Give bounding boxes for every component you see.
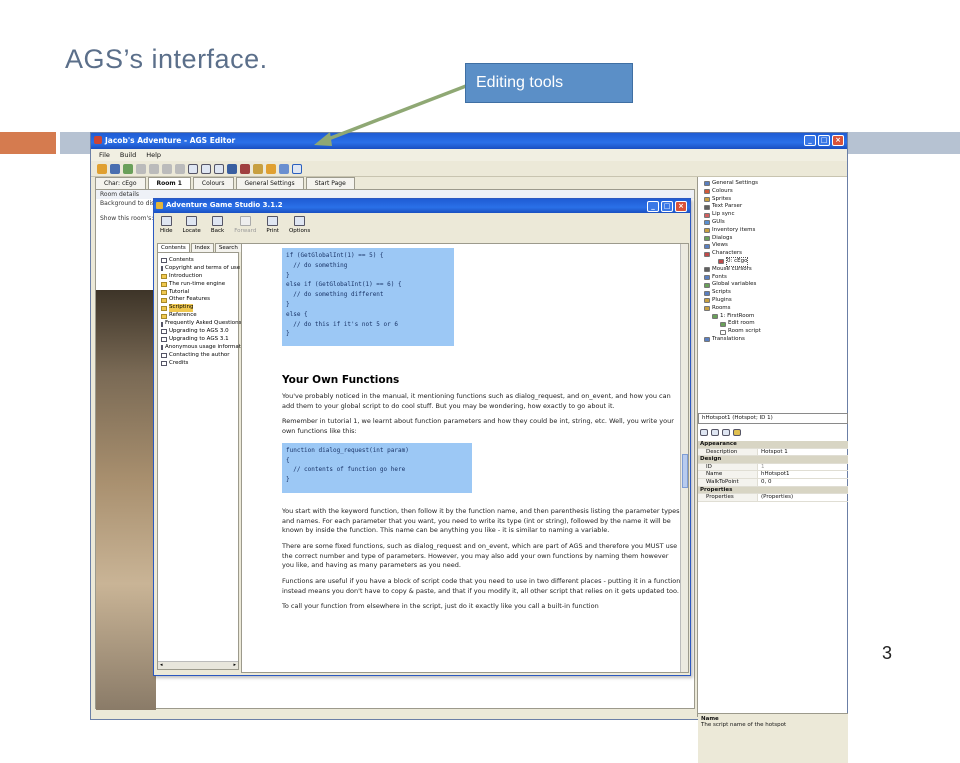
property-description: Name The script name of the hotspot xyxy=(698,713,848,763)
callout-arrow-line xyxy=(322,84,467,143)
callout-arrow xyxy=(314,84,467,146)
property-description-text: The script name of the hotspot xyxy=(701,722,787,728)
page-number: 3 xyxy=(882,643,893,663)
callout-arrow-head xyxy=(314,132,332,146)
editing-tools-callout: Editing tools xyxy=(465,63,633,103)
